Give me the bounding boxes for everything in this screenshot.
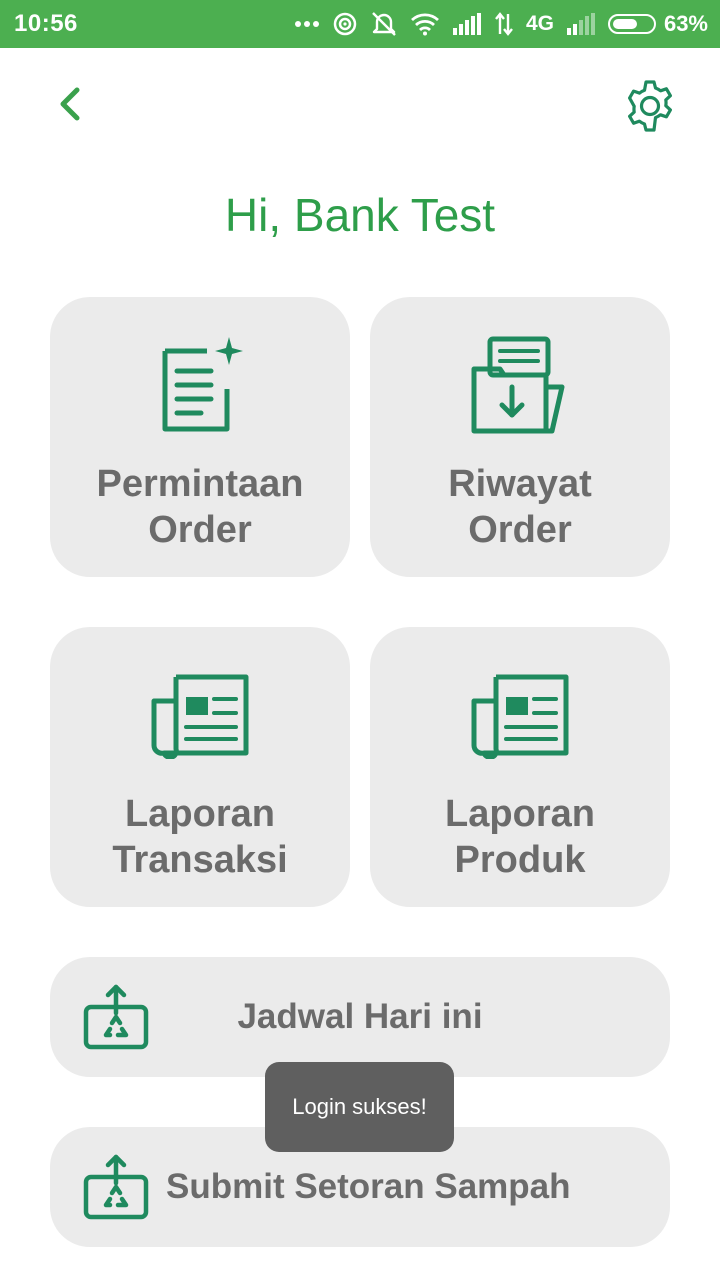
document-add-icon [155,333,245,438]
hotspot-icon [333,12,357,36]
status-time: 10:56 [14,10,78,37]
battery: 63% [607,11,708,37]
action-label: Jadwal Hari ini [237,997,483,1036]
newspaper-icon [150,673,250,764]
data-arrows-icon [495,12,513,36]
tile-label: Laporan Transaksi [112,793,288,881]
tile-label: Laporan Produk [445,793,595,881]
tile-label: Riwayat Order [448,463,592,551]
recycle-upload-icon [82,1153,150,1226]
more-dots-icon [294,21,319,27]
settings-button[interactable] [622,78,678,134]
signal-icon [452,13,481,35]
newspaper-icon [470,673,570,764]
tile-label: Permintaan Order [96,463,304,551]
battery-percent: 63% [663,11,708,36]
gear-icon [628,80,672,132]
greeting-title: Hi, Bank Test [224,189,496,241]
status-bar: 10:56 4G 63% [0,0,720,48]
signal-weak-icon [566,13,595,35]
toast-message: Login sukses! [265,1062,454,1152]
mute-icon [372,12,396,36]
network-type: 4G [525,12,554,35]
folder-download-icon [470,335,570,440]
jadwal-hari-ini-button[interactable]: Jadwal Hari ini [50,957,670,1077]
back-button[interactable] [48,80,96,128]
chevron-left-icon [60,87,80,121]
tile-riwayat-order[interactable]: Riwayat Order [370,297,670,577]
tile-laporan-transaksi[interactable]: Laporan Transaksi [50,627,350,907]
battery-icon [607,14,656,34]
wifi-icon [410,13,439,36]
battery-fill [612,19,637,29]
tile-laporan-produk[interactable]: Laporan Produk [370,627,670,907]
status-icons: 4G 63% [294,11,708,37]
tile-permintaan-order[interactable]: Permintaan Order [50,297,350,577]
